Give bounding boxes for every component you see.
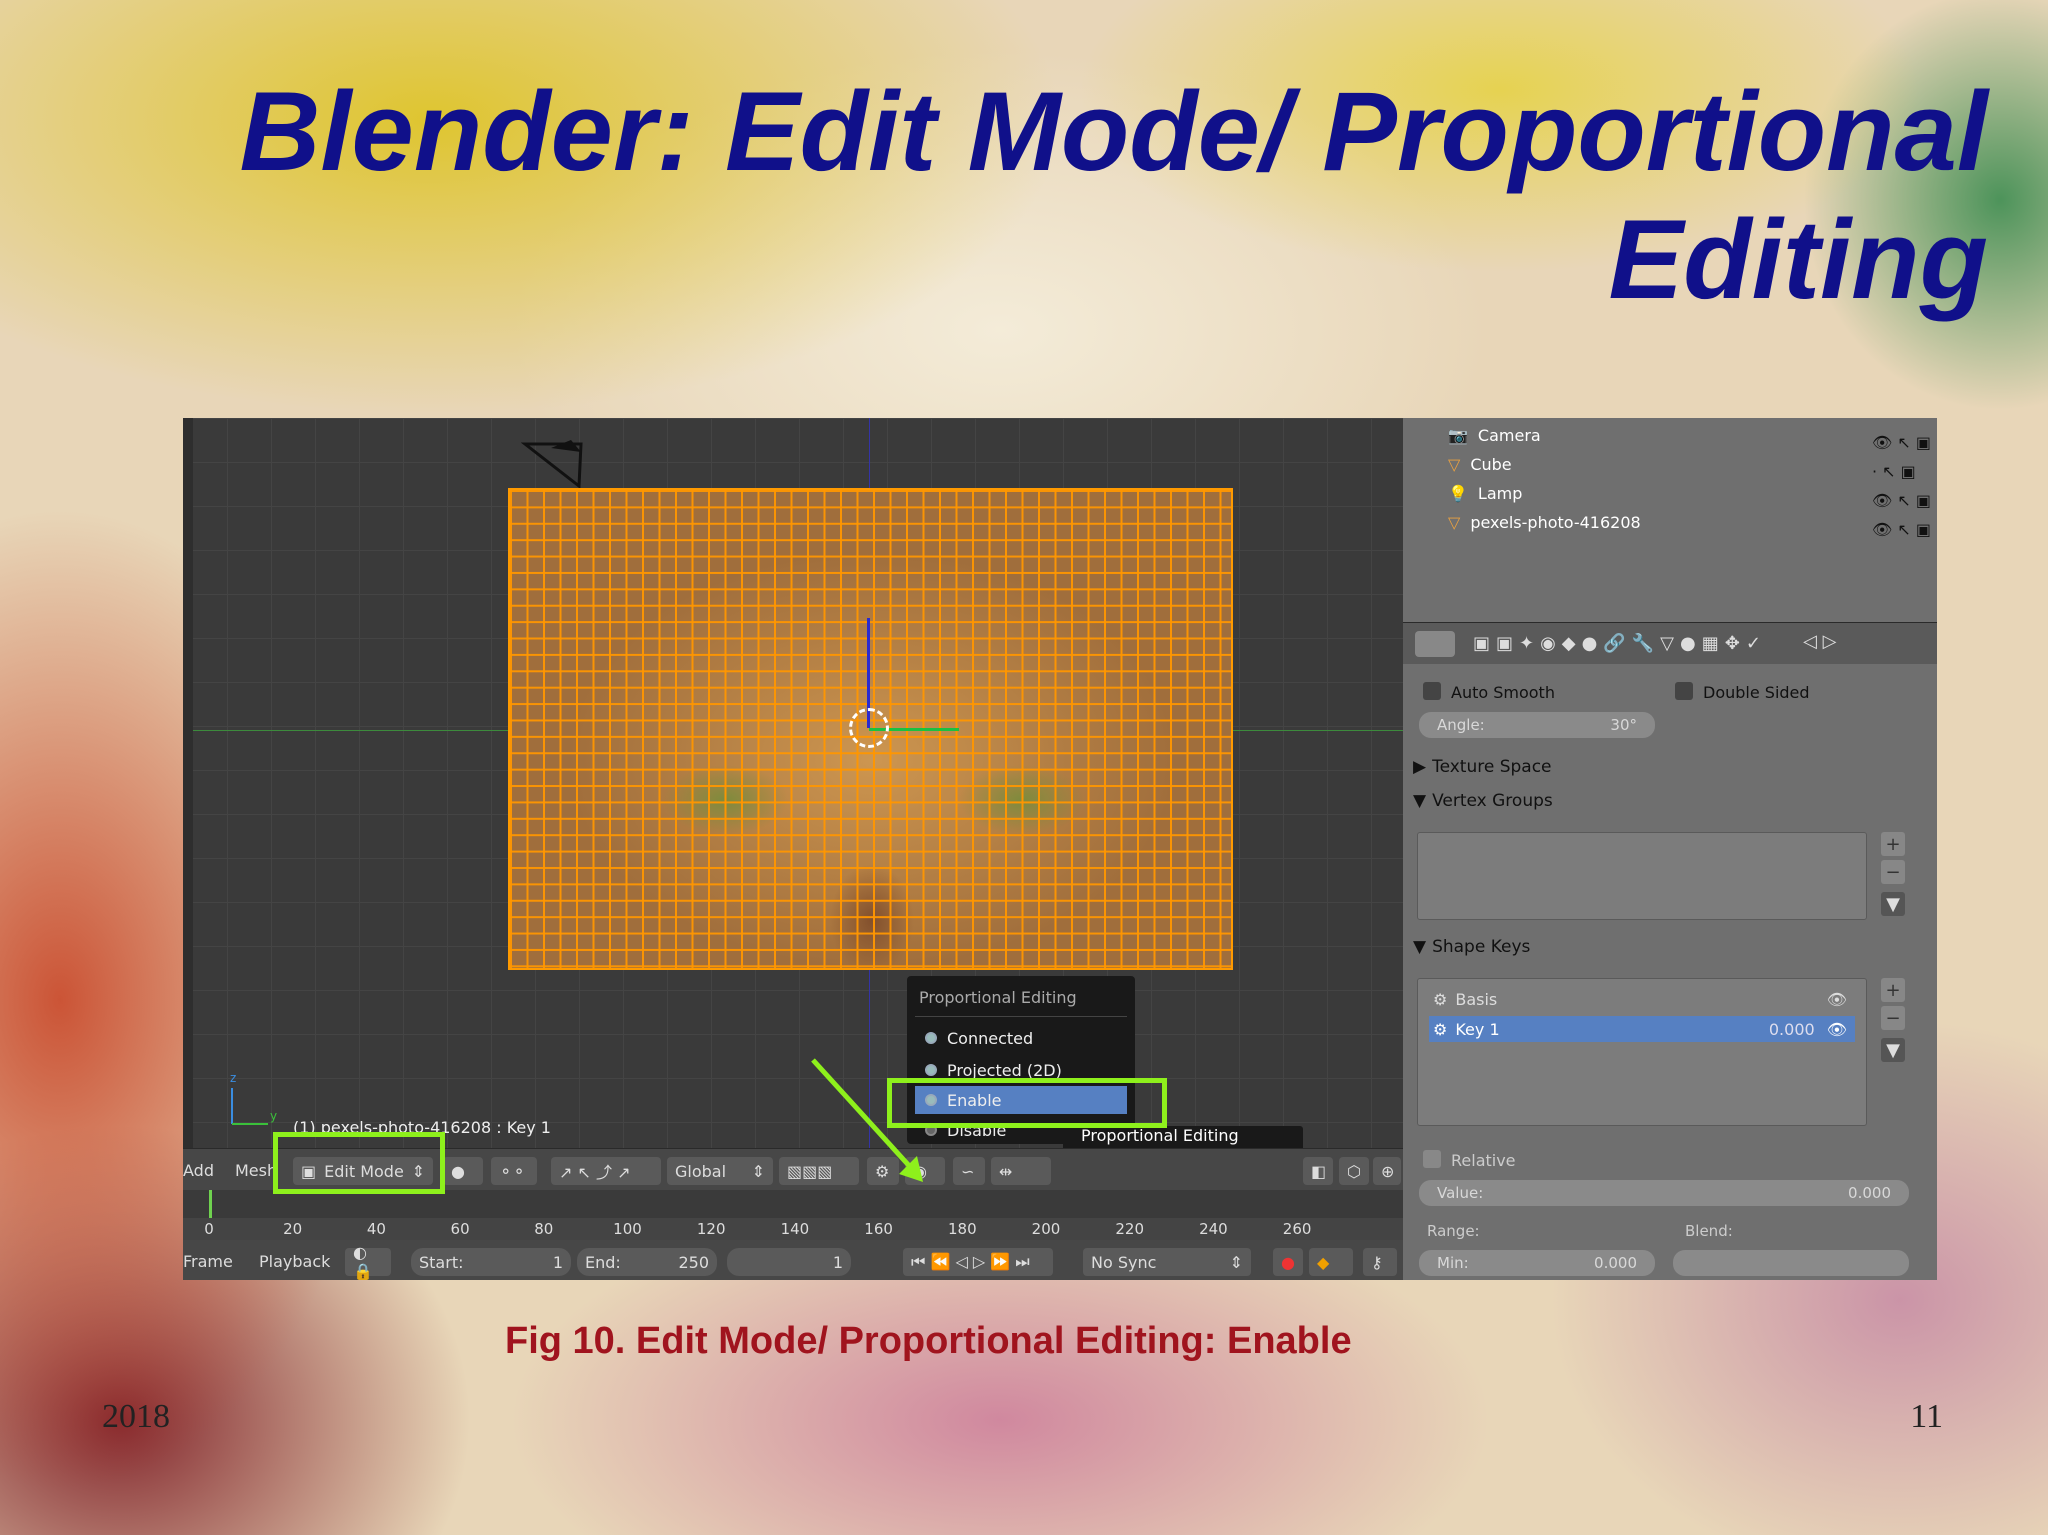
footer-year: 2018 — [102, 1398, 170, 1435]
pointer-arrow — [811, 1058, 923, 1182]
page-number: 11 — [1910, 1398, 1943, 1435]
figure-caption: Fig 10. Edit Mode/ Proportional Editing:… — [505, 1320, 1352, 1362]
blender-screenshot: z y (1) pexels-photo-416208 : Key 1 Prop… — [183, 418, 1937, 1280]
slide-title: Blender: Edit Mode/ Proportional Editing — [239, 69, 1988, 322]
